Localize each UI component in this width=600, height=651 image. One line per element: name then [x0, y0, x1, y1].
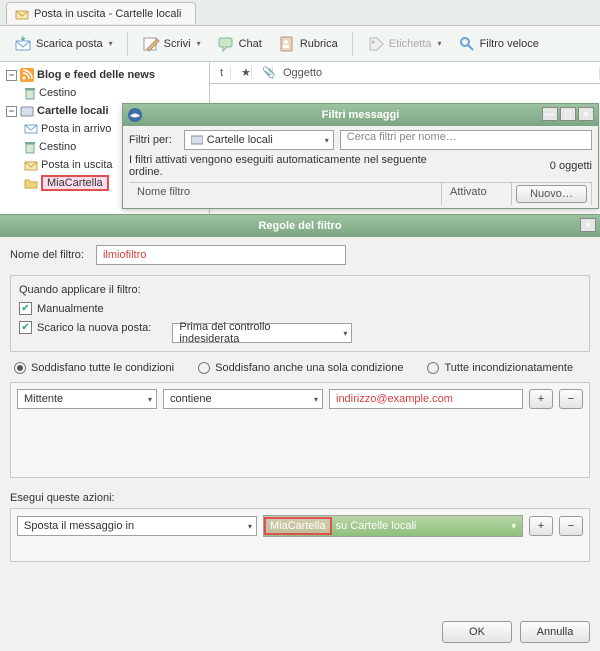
match-any-radio[interactable]: Soddisfano anche una sola condizione	[198, 362, 403, 374]
app-tab[interactable]: Posta in uscita - Cartelle locali	[6, 2, 196, 24]
new-filter-button[interactable]: Nuovo…	[516, 185, 587, 203]
remove-action-button[interactable]: −	[559, 516, 583, 536]
match-always-radio[interactable]: Tutte incondizionatamente	[427, 362, 573, 374]
radio-icon	[198, 362, 210, 374]
separator	[352, 32, 353, 56]
filters-window-title: Filtri messaggi — □ ×	[123, 104, 598, 126]
radio-icon	[427, 362, 439, 374]
address-book-button[interactable]: Rubrica	[272, 32, 344, 56]
rules-dialog-title: Regole del filtro ×	[0, 215, 600, 237]
filter-enabled-column[interactable]: Attivato	[442, 183, 512, 205]
cancel-button[interactable]: Annulla	[520, 621, 590, 643]
close-button[interactable]: ×	[580, 218, 596, 232]
my-folder-highlight: MiaCartella	[41, 175, 109, 191]
collapse-icon[interactable]: −	[6, 106, 17, 117]
filter-name-input[interactable]	[96, 245, 346, 265]
add-condition-button[interactable]: +	[529, 389, 553, 409]
maximize-button[interactable]: □	[560, 107, 576, 121]
condition-field-dropdown[interactable]: Mittente	[17, 389, 157, 409]
action-type-dropdown[interactable]: Sposta il messaggio in	[17, 516, 257, 536]
folder-icon	[24, 177, 38, 189]
tag-button[interactable]: Etichetta▾	[361, 32, 448, 56]
column-header[interactable]: t ★ 📎 Oggetto	[210, 62, 600, 84]
action-folder-dropdown[interactable]: MiaCartella su Cartelle locali	[263, 515, 523, 537]
match-all-radio[interactable]: Soddisfano tutte le condizioni	[14, 362, 174, 374]
radio-icon	[14, 362, 26, 374]
actions-label: Esegui queste azioni:	[10, 492, 590, 504]
local-folders-icon	[20, 104, 34, 118]
chevron-down-icon: ▾	[197, 39, 201, 48]
download-when-dropdown[interactable]: Prima del controllo indesiderata	[172, 323, 352, 343]
tag-icon	[367, 35, 385, 53]
manual-checkbox[interactable]: ✔ Manualmente	[19, 302, 104, 315]
local-folders-icon	[191, 135, 203, 145]
tree-trash-1[interactable]: Cestino	[2, 84, 207, 102]
thunderbird-icon	[127, 107, 143, 123]
compose-icon	[142, 35, 160, 53]
main-toolbar: Scarica posta▾ Scrivi▾ Chat Rubrica Etic…	[0, 26, 600, 62]
chevron-down-icon: ▾	[109, 39, 113, 48]
trash-icon	[24, 86, 36, 100]
actions-area: Sposta il messaggio in MiaCartella su Ca…	[10, 508, 590, 562]
address-book-icon	[278, 35, 296, 53]
download-mail-icon	[14, 35, 32, 53]
star-icon: ★	[241, 67, 251, 79]
inbox-icon	[24, 123, 38, 135]
filter-name-column[interactable]: Nome filtro	[129, 183, 442, 205]
subject-column[interactable]: Oggetto	[273, 67, 600, 79]
filter-search-input[interactable]: Cerca filtri per nome…	[340, 130, 592, 150]
checkbox-icon: ✔	[19, 321, 32, 334]
conditions-area: Mittente contiene + −	[10, 382, 590, 478]
object-count: 0 oggetti	[550, 160, 592, 172]
get-mail-button[interactable]: Scarica posta▾	[8, 32, 119, 56]
chat-button[interactable]: Chat	[211, 32, 268, 56]
collapse-icon[interactable]: −	[6, 70, 17, 81]
chat-icon	[217, 35, 235, 53]
app-tab-title: Posta in uscita - Cartelle locali	[34, 8, 181, 20]
when-apply-label: Quando applicare il filtro:	[19, 284, 581, 296]
filters-hint: I filtri attivati vengono eseguiti autom…	[129, 154, 459, 178]
folder-tag-highlight: MiaCartella	[264, 517, 332, 535]
download-checkbox[interactable]: ✔ Scarico la nuova posta:	[19, 321, 151, 334]
rss-icon	[20, 68, 34, 82]
add-action-button[interactable]: +	[529, 516, 553, 536]
trash-icon	[24, 140, 36, 154]
close-button[interactable]: ×	[578, 107, 594, 121]
filter-name-label: Nome del filtro:	[10, 249, 84, 261]
filters-for-label: Filtri per:	[129, 134, 172, 146]
checkbox-icon: ✔	[19, 302, 32, 315]
outbox-icon	[15, 7, 29, 21]
ok-button[interactable]: OK	[442, 621, 512, 643]
write-button[interactable]: Scrivi▾	[136, 32, 207, 56]
condition-op-dropdown[interactable]: contiene	[163, 389, 323, 409]
search-icon	[458, 35, 476, 53]
remove-condition-button[interactable]: −	[559, 389, 583, 409]
minimize-button[interactable]: —	[542, 107, 558, 121]
tree-account-blog[interactable]: − Blog e feed delle news	[2, 66, 207, 84]
filters-window: Filtri messaggi — □ × Filtri per: Cartel…	[122, 103, 599, 209]
account-dropdown[interactable]: Cartelle locali	[184, 130, 334, 150]
quick-filter-button[interactable]: Filtro veloce	[452, 32, 545, 56]
when-apply-group: Quando applicare il filtro: ✔ Manualment…	[10, 275, 590, 352]
separator	[127, 32, 128, 56]
chevron-down-icon: ▾	[438, 39, 442, 48]
outbox-icon	[24, 159, 38, 171]
condition-value-input[interactable]	[329, 389, 523, 409]
filter-rules-dialog: Regole del filtro × Nome del filtro: Qua…	[0, 214, 600, 651]
